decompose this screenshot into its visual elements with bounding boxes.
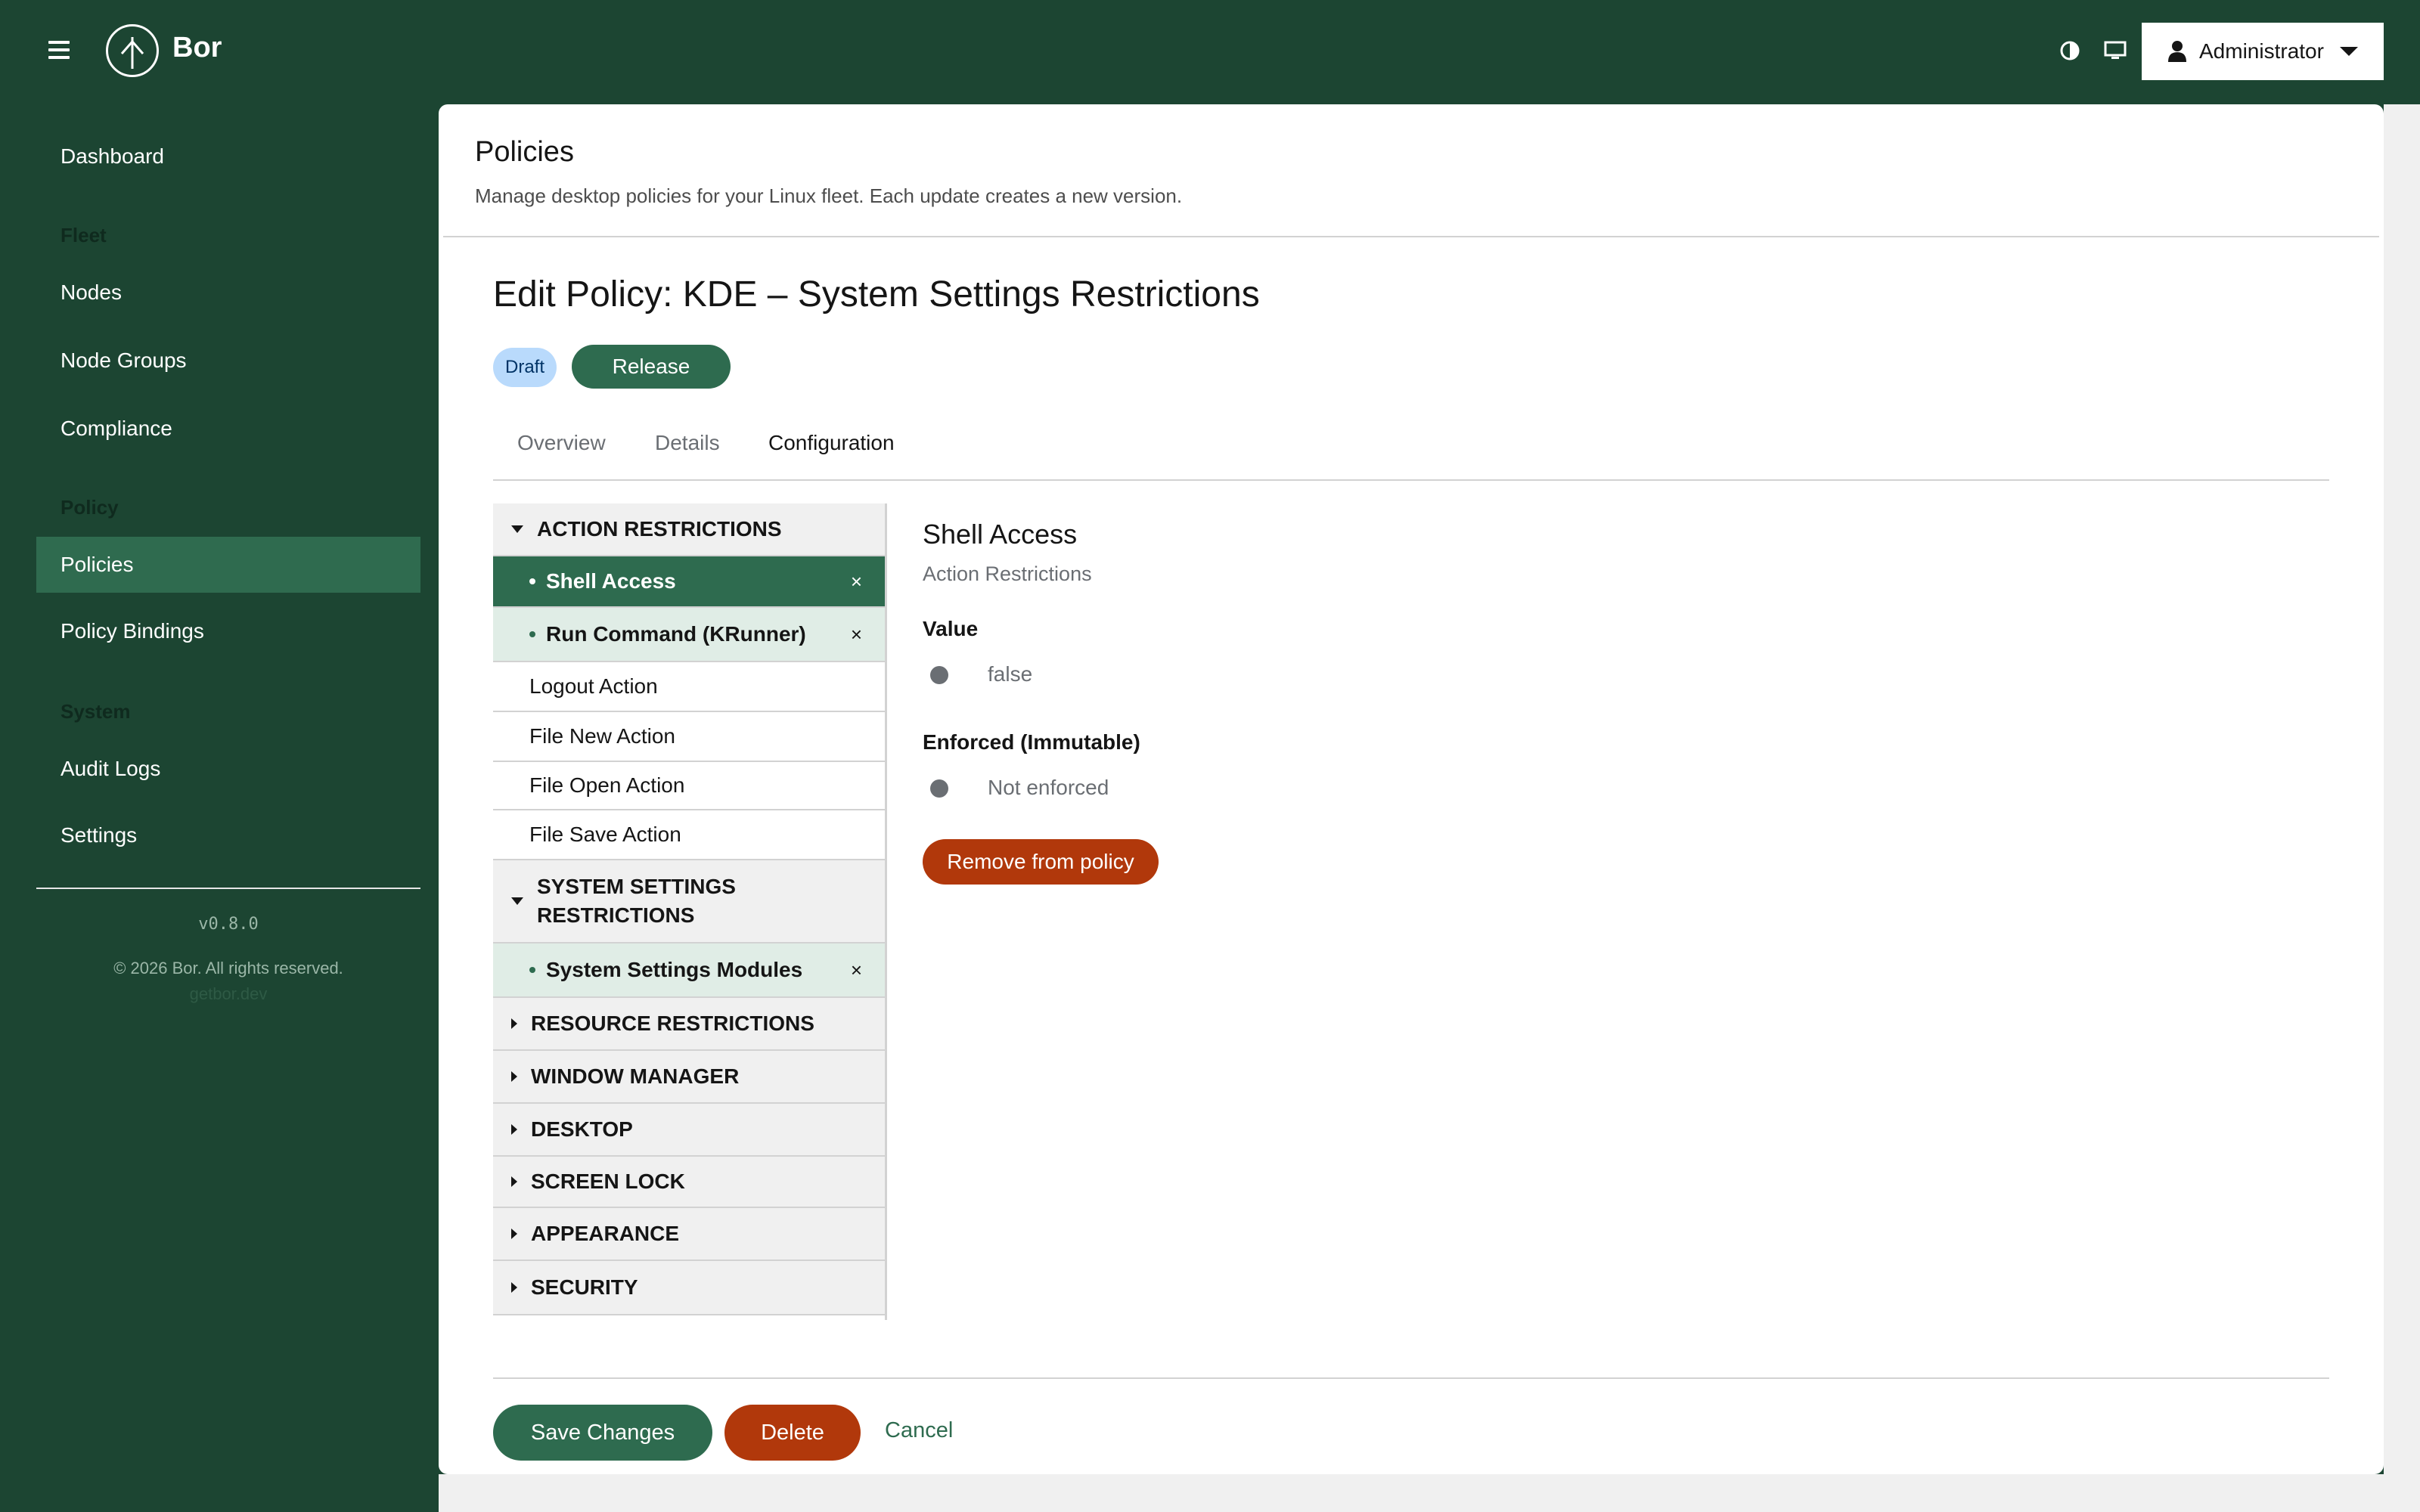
- chevron-right-icon: [511, 1228, 517, 1239]
- sidebar-heading-system: System: [60, 700, 131, 723]
- sidebar-heading-policy: Policy: [60, 496, 119, 519]
- app-name: Bor: [172, 32, 222, 64]
- chevron-right-icon: [511, 1176, 517, 1187]
- top-header: Bor Administrator: [0, 0, 2420, 104]
- chevron-right-icon: [511, 1018, 517, 1029]
- chevron-right-icon: [511, 1282, 517, 1293]
- edit-policy-title: Edit Policy: KDE – System Settings Restr…: [493, 274, 1260, 314]
- bullet-icon: [529, 578, 535, 584]
- category-security[interactable]: SECURITY: [493, 1261, 885, 1315]
- category-label: SCREEN LOCK: [531, 1170, 685, 1193]
- delete-button[interactable]: Delete: [724, 1405, 861, 1461]
- bullet-icon: [529, 631, 535, 637]
- tab-overview[interactable]: Overview: [517, 431, 606, 455]
- remove-from-policy-button[interactable]: Remove from policy: [923, 839, 1159, 885]
- chevron-down-icon: [511, 897, 523, 905]
- page-divider: [443, 236, 2379, 237]
- category-system-settings-restrictions[interactable]: SYSTEM SETTINGS RESTRICTIONS: [493, 860, 885, 943]
- logo-icon: [106, 24, 159, 77]
- footer-divider: [493, 1377, 2329, 1379]
- caret-down-icon: [2340, 47, 2358, 56]
- setting-logout-action[interactable]: Logout Action: [493, 662, 885, 712]
- enforced-text: Not enforced: [988, 776, 1109, 799]
- setting-file-open-action[interactable]: File Open Action: [493, 762, 885, 810]
- remove-icon[interactable]: ×: [851, 623, 862, 646]
- category-label: ACTION RESTRICTIONS: [537, 517, 782, 541]
- category-screen-lock[interactable]: SCREEN LOCK: [493, 1157, 885, 1208]
- category-appearance[interactable]: APPEARANCE: [493, 1208, 885, 1261]
- setting-shell-access[interactable]: Shell Access ×: [493, 556, 885, 608]
- category-label: SECURITY: [531, 1275, 638, 1299]
- sidebar-item-compliance[interactable]: Compliance: [36, 401, 420, 457]
- tab-details[interactable]: Details: [655, 431, 720, 455]
- save-changes-button[interactable]: Save Changes: [493, 1405, 712, 1461]
- category-label-line-1: SYSTEM SETTINGS: [537, 875, 736, 898]
- category-label: RESOURCE RESTRICTIONS: [531, 1012, 814, 1035]
- category-window-manager[interactable]: WINDOW MANAGER: [493, 1051, 885, 1104]
- page-title: Policies: [475, 136, 574, 168]
- category-label-line-2: RESTRICTIONS: [537, 903, 695, 927]
- value-label: Value: [923, 617, 979, 640]
- setting-label: Shell Access: [546, 569, 676, 593]
- category-label: DESKTOP: [531, 1117, 633, 1141]
- sidebar-heading-fleet: Fleet: [60, 224, 107, 246]
- page-background: [2384, 104, 2420, 1474]
- sidebar-item-nodes[interactable]: Nodes: [36, 265, 420, 321]
- cancel-link[interactable]: Cancel: [885, 1418, 953, 1443]
- bullet-icon: [529, 967, 535, 973]
- contrast-icon[interactable]: [2057, 38, 2083, 64]
- enforced-radio[interactable]: [930, 779, 948, 798]
- sidebar-item-policy-bindings[interactable]: Policy Bindings: [36, 603, 420, 659]
- version-label: v0.8.0: [198, 915, 259, 934]
- sidebar-divider: [36, 888, 420, 889]
- setting-category: Action Restrictions: [923, 562, 1092, 585]
- remove-icon[interactable]: ×: [851, 570, 862, 593]
- user-icon: [2168, 41, 2186, 62]
- tabs-divider: [493, 479, 2329, 481]
- user-name: Administrator: [2199, 39, 2324, 63]
- value-radio[interactable]: [930, 666, 948, 684]
- setting-file-save-action[interactable]: File Save Action: [493, 810, 885, 860]
- sidebar-item-dashboard[interactable]: Dashboard: [36, 129, 420, 184]
- status-badge: Draft: [493, 348, 557, 387]
- remove-icon[interactable]: ×: [851, 959, 862, 982]
- enforced-label: Enforced (Immutable): [923, 730, 1140, 754]
- chevron-down-icon: [511, 525, 523, 533]
- setting-system-settings-modules[interactable]: System Settings Modules ×: [493, 943, 885, 998]
- category-label: WINDOW MANAGER: [531, 1064, 740, 1088]
- category-resource-restrictions[interactable]: RESOURCE RESTRICTIONS: [493, 998, 885, 1051]
- setting-title: Shell Access: [923, 519, 1078, 550]
- chevron-right-icon: [511, 1071, 517, 1082]
- user-menu-button[interactable]: Administrator: [2142, 23, 2384, 80]
- category-label: SYSTEM SETTINGS RESTRICTIONS: [537, 872, 736, 930]
- monitor-icon[interactable]: [2102, 38, 2128, 64]
- site-link[interactable]: getbor.dev: [36, 984, 420, 1004]
- setting-file-new-action[interactable]: File New Action: [493, 712, 885, 762]
- page-subtitle: Manage desktop policies for your Linux f…: [475, 184, 1183, 207]
- tab-configuration[interactable]: Configuration: [768, 431, 895, 455]
- copyright-text: © 2026 Bor. All rights reserved.: [113, 959, 343, 978]
- category-action-restrictions[interactable]: ACTION RESTRICTIONS: [493, 503, 885, 556]
- menu-icon[interactable]: [48, 41, 70, 59]
- value-text: false: [988, 662, 1033, 686]
- setting-label: System Settings Modules: [546, 958, 803, 981]
- chevron-right-icon: [511, 1124, 517, 1135]
- category-desktop[interactable]: DESKTOP: [493, 1104, 885, 1157]
- setting-label: Run Command (KRunner): [546, 622, 806, 646]
- sidebar-item-policies[interactable]: Policies: [36, 537, 420, 593]
- sidebar-item-settings[interactable]: Settings: [36, 807, 420, 863]
- sidebar-item-node-groups[interactable]: Node Groups: [36, 333, 420, 389]
- category-label: APPEARANCE: [531, 1222, 680, 1245]
- tree-scrollbar[interactable]: [885, 503, 887, 1320]
- release-button[interactable]: Release: [572, 345, 731, 389]
- setting-run-command[interactable]: Run Command (KRunner) ×: [493, 608, 885, 662]
- sidebar-item-audit-logs[interactable]: Audit Logs: [36, 741, 420, 797]
- page-background-bottom: [439, 1474, 2420, 1512]
